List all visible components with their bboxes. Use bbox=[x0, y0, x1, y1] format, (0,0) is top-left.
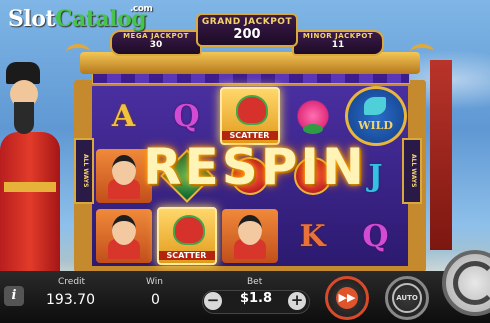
autoplay-button[interactable]: AUTO bbox=[385, 276, 429, 320]
reel-symbol-k: K bbox=[281, 206, 344, 266]
reel-symbol-wild: WILD bbox=[344, 86, 407, 146]
grand-jackpot-panel: GRAND JACKPOT 200 bbox=[196, 13, 298, 47]
child-head bbox=[111, 215, 136, 245]
turbo-button[interactable]: ▶▶ bbox=[325, 276, 369, 320]
child-head bbox=[111, 155, 136, 185]
reel-symbol-scatter: SCATTER bbox=[155, 206, 218, 266]
autoplay-label: AUTO bbox=[392, 283, 422, 313]
site-logo: SlotCatalog .com bbox=[8, 4, 153, 32]
reel-symbol-scatter: SCATTER bbox=[218, 86, 281, 146]
reel-symbol-a: A bbox=[92, 86, 155, 146]
lion-head-icon bbox=[235, 95, 268, 125]
credit-label: Credit bbox=[58, 277, 86, 287]
grand-jackpot-label: GRAND JACKPOT bbox=[201, 17, 293, 27]
right-pillar bbox=[430, 60, 452, 250]
wild-koi-icon: WILD bbox=[344, 86, 407, 146]
minor-jackpot-panel: MINOR JACKPOT 11 bbox=[292, 30, 384, 56]
child-head bbox=[237, 215, 262, 245]
credit-value: 193.70 bbox=[46, 292, 95, 308]
all-ways-right-label: ALL WAYS bbox=[402, 138, 422, 204]
bet-decrease-button[interactable]: − bbox=[204, 292, 222, 310]
info-button[interactable]: i bbox=[4, 286, 24, 306]
god-robe bbox=[0, 132, 60, 272]
scatter-lion-icon: SCATTER bbox=[219, 87, 280, 145]
child-character-icon bbox=[221, 209, 278, 263]
child-character-icon bbox=[95, 209, 152, 263]
symbol-letter: Q bbox=[173, 98, 200, 134]
minor-jackpot-value: 11 bbox=[331, 40, 345, 50]
bet-label: Bet bbox=[247, 277, 263, 287]
minor-jackpot-label: MINOR JACKPOT bbox=[302, 32, 374, 40]
scatter-lion-icon: SCATTER bbox=[156, 207, 217, 265]
win-label: Win bbox=[146, 277, 163, 287]
bet-increase-button[interactable]: + bbox=[288, 292, 306, 310]
reel-symbol-kid bbox=[92, 206, 155, 266]
mega-jackpot-panel: MEGA JACKPOT 30 bbox=[110, 30, 202, 56]
wild-label: WILD bbox=[358, 119, 393, 132]
reel-symbol-flower bbox=[281, 86, 344, 146]
symbol-letter: Q bbox=[362, 218, 389, 254]
god-beard bbox=[14, 102, 34, 134]
god-belt bbox=[4, 182, 56, 192]
peony-flower-icon bbox=[292, 98, 333, 134]
symbol-letter: J bbox=[368, 158, 383, 194]
fast-forward-icon: ▶▶ bbox=[336, 287, 358, 309]
logo-com-text: .com bbox=[130, 4, 153, 14]
scatter-label: SCATTER bbox=[158, 251, 215, 260]
fortune-god-character bbox=[0, 62, 62, 272]
mega-jackpot-label: MEGA JACKPOT bbox=[123, 32, 189, 40]
win-value: 0 bbox=[151, 292, 160, 308]
all-ways-left-label: ALL WAYS bbox=[74, 138, 94, 204]
grand-jackpot-value: 200 bbox=[233, 27, 261, 42]
logo-slot-text: Slot bbox=[8, 6, 56, 32]
respin-banner: RESPIN bbox=[143, 138, 367, 196]
symbol-letter: K bbox=[299, 218, 326, 254]
lion-head-icon bbox=[172, 215, 205, 245]
reel-symbol-kid bbox=[218, 206, 281, 266]
reel-symbol-q: Q bbox=[344, 206, 407, 266]
spin-arrow-icon bbox=[453, 261, 490, 305]
koi-fish-icon bbox=[363, 97, 386, 115]
bet-value: $1.8 bbox=[239, 291, 273, 306]
mega-jackpot-value: 30 bbox=[149, 40, 163, 50]
symbol-letter: A bbox=[111, 98, 136, 134]
reel-symbol-q: Q bbox=[155, 86, 218, 146]
